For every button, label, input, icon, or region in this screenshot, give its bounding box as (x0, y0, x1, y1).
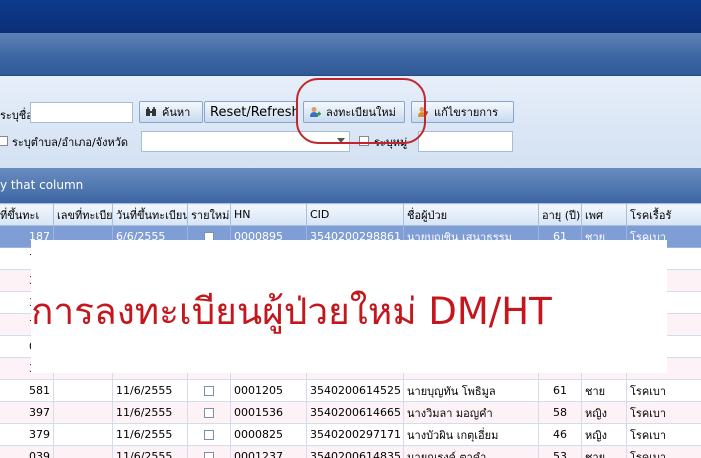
table-cell (187, 445, 231, 458)
table-cell: นางวิมลา มอญคำ (403, 401, 539, 424)
table-cell: 3540200614665 (306, 401, 404, 424)
ribbon-bar (0, 33, 701, 76)
column-header[interactable]: อายุ (ปี) (538, 203, 582, 226)
table-cell (187, 423, 231, 446)
name-filter-label: ระบุชื่อ (0, 109, 33, 122)
reset-refresh-button[interactable]: Reset/Refresh (204, 101, 297, 123)
search-button[interactable]: ค้นหา (139, 101, 203, 123)
edit-entry-button-label: แก้ไขรายการ (434, 106, 499, 119)
group-by-panel: y that column (0, 168, 701, 203)
table-cell: 11/6/2555 (112, 401, 188, 424)
table-row[interactable]: 379 11/6/2555 0000825 3540200297171 นางบัวผิ… (0, 423, 701, 446)
table-row[interactable]: 397 11/6/2555 0001536 3540200614665 นางวิมลา… (0, 401, 701, 424)
table-cell: นางบัวผิน เกตุเอี่ยม (403, 423, 539, 446)
table-cell (187, 401, 231, 424)
table-cell: 11/6/2555 (112, 423, 188, 446)
table-cell (53, 379, 113, 402)
grid-header-row: เลขที่ขึ้นทะเ เลขที่ทะเบีย วันที่ขึ้นทะเ… (0, 203, 701, 226)
table-cell: 3540200614525 (306, 379, 404, 402)
name-filter-input[interactable] (30, 102, 133, 123)
new-case-checkbox[interactable] (204, 430, 214, 440)
table-cell: หญิง (581, 401, 627, 424)
overlay-caption: การลงทะเบียนผู้ป่วยใหม่ DM/HT (31, 290, 552, 333)
new-case-checkbox[interactable] (204, 452, 214, 458)
binoculars-icon (145, 106, 157, 118)
column-header[interactable]: ชื่อผู้ป่วย (403, 203, 539, 226)
edit-entry-button[interactable]: แก้ไขรายการ (411, 101, 514, 123)
table-cell: 581 (0, 379, 54, 402)
table-cell: 039 (0, 445, 54, 458)
table-cell: นายณรงค์ ตาคำ (403, 445, 539, 458)
window-title-bar (0, 0, 701, 33)
new-case-checkbox[interactable] (204, 408, 214, 418)
table-cell: 379 (0, 423, 54, 446)
table-cell: 3540200297171 (306, 423, 404, 446)
table-cell: โรคเบา (626, 445, 701, 458)
table-cell: 3540200614835 (306, 445, 404, 458)
table-cell: โรคเบา (626, 423, 701, 446)
column-header[interactable]: รายใหม่ (187, 203, 231, 226)
group-by-hint: y that column (0, 178, 84, 192)
column-header[interactable]: โรคเรื้อรั (626, 203, 701, 226)
table-cell: 58 (538, 401, 582, 424)
table-cell: ชาย (581, 379, 627, 402)
table-cell: 61 (538, 379, 582, 402)
table-cell: 0001237 (230, 445, 307, 458)
table-cell: 397 (0, 401, 54, 424)
column-header[interactable]: CID (306, 203, 404, 226)
annotation-highlight-circle (296, 78, 426, 144)
table-cell (53, 423, 113, 446)
column-header[interactable]: เพศ (581, 203, 627, 226)
table-cell: นายบุญทัน โพธิมูล (403, 379, 539, 402)
table-cell: โรคเบา (626, 401, 701, 424)
table-row[interactable]: 039 11/6/2555 0001237 3540200614835 นายณรงค์… (0, 445, 701, 458)
table-row[interactable]: 581 11/6/2555 0001205 3540200614525 นายบุญทั… (0, 379, 701, 402)
table-cell: ชาย (581, 445, 627, 458)
column-header[interactable]: เลขที่ขึ้นทะเ (0, 203, 54, 226)
table-cell: 53 (538, 445, 582, 458)
table-cell: 11/6/2555 (112, 445, 188, 458)
table-cell: 11/6/2555 (112, 379, 188, 402)
table-cell: หญิง (581, 423, 627, 446)
table-cell: 0001536 (230, 401, 307, 424)
column-header[interactable]: HN (230, 203, 307, 226)
location-filter-checkbox[interactable] (0, 136, 8, 146)
table-cell: โรคเบา (626, 379, 701, 402)
table-cell: 0000825 (230, 423, 307, 446)
table-cell (53, 401, 113, 424)
village-filter-input[interactable] (418, 131, 513, 152)
search-button-label: ค้นหา (162, 106, 191, 119)
column-header[interactable]: วันที่ขึ้นทะเบียน (112, 203, 188, 226)
table-cell (53, 445, 113, 458)
table-cell: 46 (538, 423, 582, 446)
table-cell: 0001205 (230, 379, 307, 402)
new-case-checkbox[interactable] (204, 386, 214, 396)
location-filter-label: ระบุตำบล/อำเภอ/จังหวัด (12, 136, 129, 149)
reset-refresh-button-label: Reset/Refresh (210, 104, 297, 120)
table-cell (187, 379, 231, 402)
column-header[interactable]: เลขที่ทะเบีย (53, 203, 113, 226)
